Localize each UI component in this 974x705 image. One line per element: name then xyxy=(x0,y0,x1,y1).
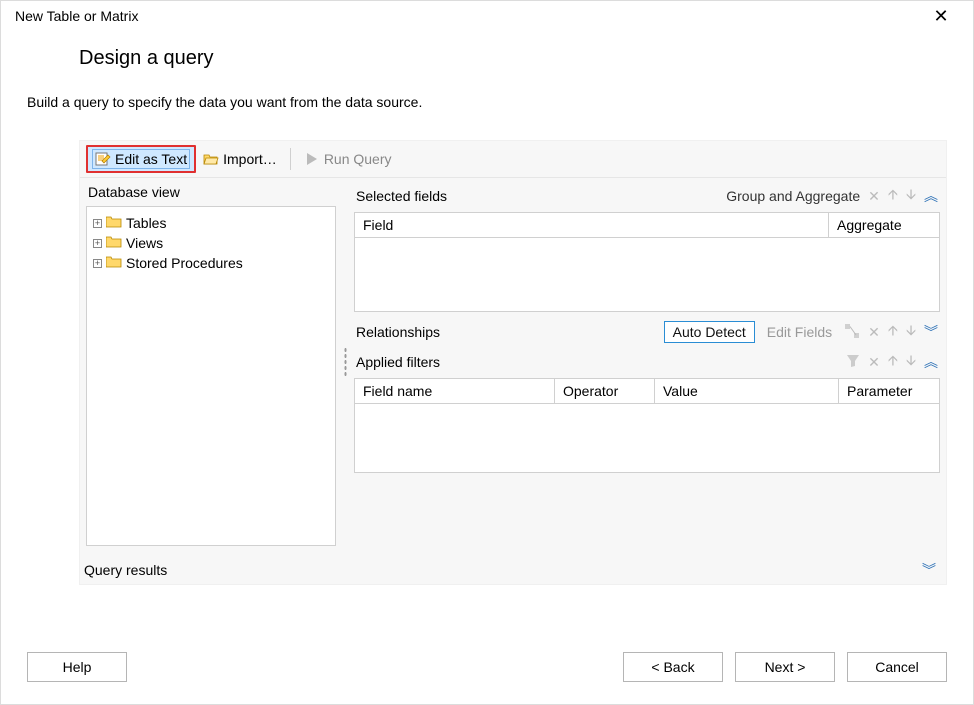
tree-node-stored-procedures[interactable]: + Stored Procedures xyxy=(91,253,331,273)
delete-icon[interactable]: ✕ xyxy=(868,188,880,205)
collapse-up-icon[interactable]: ︽ xyxy=(924,186,938,206)
designer-panels: Database view + Tables + Vie xyxy=(80,178,946,552)
expand-icon[interactable]: + xyxy=(93,259,102,268)
help-button[interactable]: Help xyxy=(27,652,127,682)
move-up-icon[interactable]: 🡩 xyxy=(888,184,898,208)
page-heading: Design a query xyxy=(1,27,973,80)
right-panel: Selected fields Group and Aggregate ✕ 🡩 … xyxy=(354,178,940,546)
applied-filters-title: Applied filters xyxy=(356,354,440,370)
folder-icon xyxy=(106,235,122,251)
expand-down-icon[interactable]: ︾ xyxy=(922,560,936,580)
applied-filters-columns: Field name Operator Value Parameter xyxy=(355,379,939,404)
selected-fields-grid[interactable]: Field Aggregate xyxy=(354,212,940,312)
move-up-icon[interactable]: 🡩 xyxy=(888,320,898,344)
col-parameter[interactable]: Parameter xyxy=(839,379,939,403)
tree-node-label: Tables xyxy=(126,215,166,231)
col-field-name[interactable]: Field name xyxy=(355,379,555,403)
expand-down-icon[interactable]: ︾ xyxy=(924,322,938,342)
selected-fields-header: Selected fields Group and Aggregate ✕ 🡩 … xyxy=(354,178,940,212)
col-value[interactable]: Value xyxy=(655,379,839,403)
designer-area: Edit as Text Import… Run Query xyxy=(79,140,947,585)
run-query-label: Run Query xyxy=(324,151,392,167)
delete-icon[interactable]: ✕ xyxy=(868,324,880,341)
edit-fields-button[interactable]: Edit Fields xyxy=(763,324,836,340)
database-view-title: Database view xyxy=(86,178,336,206)
panel-splitter[interactable] xyxy=(342,178,348,546)
folder-open-icon xyxy=(203,151,219,167)
toolbar-separator xyxy=(290,148,291,170)
applied-filters-tools: ✕ 🡩 🡫 ︽ xyxy=(846,350,938,374)
tree-node-views[interactable]: + Views xyxy=(91,233,331,253)
close-button[interactable]: ✕ xyxy=(921,7,961,25)
expand-icon[interactable]: + xyxy=(93,219,102,228)
edit-as-text-label: Edit as Text xyxy=(115,151,187,167)
designer-toolbar: Edit as Text Import… Run Query xyxy=(80,141,946,178)
relationships-tools: Auto Detect Edit Fields ✕ 🡩 🡫 ︾ xyxy=(664,320,938,344)
selected-fields-tools: Group and Aggregate ✕ 🡩 🡫 ︽ xyxy=(726,184,938,208)
run-query-button[interactable]: Run Query xyxy=(297,148,399,170)
applied-filters-grid[interactable]: Field name Operator Value Parameter xyxy=(354,378,940,473)
move-up-icon[interactable]: 🡩 xyxy=(888,350,898,374)
page-subtext: Build a query to specify the data you wa… xyxy=(1,80,973,110)
footer-nav: < Back Next > Cancel xyxy=(623,652,947,682)
move-down-icon[interactable]: 🡫 xyxy=(906,320,916,344)
next-button[interactable]: Next > xyxy=(735,652,835,682)
tree-node-label: Stored Procedures xyxy=(126,255,243,271)
tree-node-label: Views xyxy=(126,235,163,251)
selected-fields-title: Selected fields xyxy=(356,188,447,204)
col-operator[interactable]: Operator xyxy=(555,379,655,403)
folder-icon xyxy=(106,255,122,271)
move-down-icon[interactable]: 🡫 xyxy=(906,184,916,208)
delete-icon[interactable]: ✕ xyxy=(868,354,880,371)
database-view-panel: Database view + Tables + Vie xyxy=(86,178,336,546)
cancel-button[interactable]: Cancel xyxy=(847,652,947,682)
wizard-window: New Table or Matrix ✕ Design a query Bui… xyxy=(0,0,974,705)
col-field[interactable]: Field xyxy=(355,213,829,237)
back-button[interactable]: < Back xyxy=(623,652,723,682)
tree-node-tables[interactable]: + Tables xyxy=(91,213,331,233)
relationships-header: Relationships Auto Detect Edit Fields ✕ … xyxy=(354,314,940,348)
import-label: Import… xyxy=(223,151,277,167)
move-down-icon[interactable]: 🡫 xyxy=(906,350,916,374)
play-icon xyxy=(304,151,320,167)
selected-fields-columns: Field Aggregate xyxy=(355,213,939,238)
database-tree[interactable]: + Tables + Views + xyxy=(86,206,336,546)
folder-icon xyxy=(106,215,122,231)
filter-icon[interactable] xyxy=(846,354,860,371)
wizard-footer: Help < Back Next > Cancel xyxy=(1,644,973,704)
col-aggregate[interactable]: Aggregate xyxy=(829,213,939,237)
relationships-title: Relationships xyxy=(356,324,440,340)
group-aggregate-label[interactable]: Group and Aggregate xyxy=(726,188,860,204)
expand-icon[interactable]: + xyxy=(93,239,102,248)
auto-detect-button[interactable]: Auto Detect xyxy=(664,321,755,343)
edit-as-text-button[interactable]: Edit as Text xyxy=(86,145,196,173)
import-button[interactable]: Import… xyxy=(196,148,284,170)
window-title: New Table or Matrix xyxy=(15,8,138,24)
edit-text-icon xyxy=(95,151,111,167)
titlebar: New Table or Matrix ✕ xyxy=(1,1,973,27)
applied-filters-header: Applied filters ✕ 🡩 🡫 ︽ xyxy=(354,348,940,378)
query-results-header: Query results ︾ xyxy=(80,552,946,580)
query-results-title: Query results xyxy=(84,562,167,578)
relationship-icon[interactable] xyxy=(844,323,860,342)
collapse-up-icon[interactable]: ︽ xyxy=(924,352,938,372)
